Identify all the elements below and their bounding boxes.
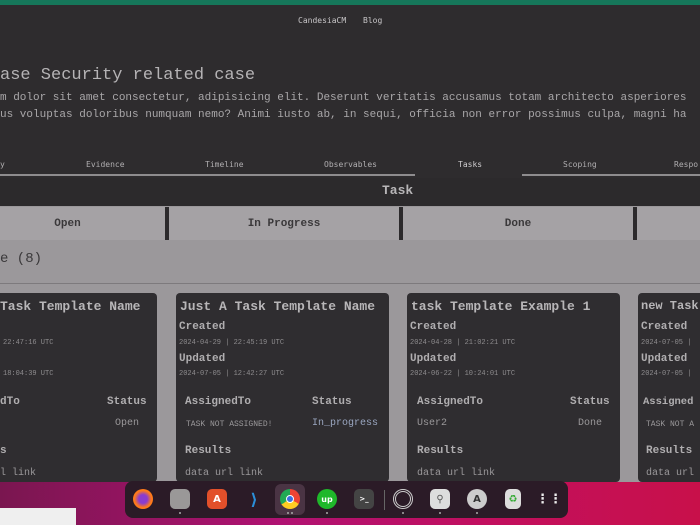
assigned-to-label: dTo xyxy=(0,396,20,408)
task-updated-date: 2024-07-05 | xyxy=(641,370,692,378)
trash-icon[interactable]: ♻ xyxy=(505,489,521,509)
task-status: Open xyxy=(115,418,140,429)
case-title: ase Security related case xyxy=(0,66,256,85)
results-label: Results xyxy=(417,445,464,457)
app-center-icon[interactable]: A xyxy=(207,489,227,509)
task-status: In_progress xyxy=(312,418,379,429)
results-link[interactable]: data url xyxy=(646,468,694,479)
dock: A ⟩ up >_ ⚲ A ♻ ⋮⋮ xyxy=(125,481,568,518)
running-indicator xyxy=(291,512,293,514)
tab-summary[interactable]: y xyxy=(0,160,5,169)
tab-tasks[interactable]: Tasks xyxy=(458,160,482,169)
results-link[interactable]: l link xyxy=(0,468,36,479)
created-label: Created xyxy=(410,321,457,333)
nav-blog-link[interactable]: Blog xyxy=(363,16,382,25)
firefox-icon[interactable] xyxy=(133,489,153,509)
updated-label: Updated xyxy=(410,353,457,365)
assigned-to-label: AssignedTo xyxy=(417,396,484,408)
updated-label: Updated xyxy=(179,353,226,365)
created-label: Created xyxy=(179,321,226,333)
nav-brand-link[interactable]: CandesiaCM xyxy=(298,16,346,25)
tab-evidence[interactable]: Evidence xyxy=(86,160,125,169)
task-updated-date: 2024-07-05 | 12:42:27 UTC xyxy=(179,370,285,378)
tab-response[interactable]: Respo xyxy=(674,160,698,169)
case-description-line2: us voluptas doloribus numquam nemo? Anim… xyxy=(0,109,687,121)
task-created-date: 2024-04-29 | 22:45:19 UTC xyxy=(179,339,285,347)
tab-timeline[interactable]: Timeline xyxy=(205,160,244,169)
show-apps-icon[interactable]: ⋮⋮ xyxy=(536,489,562,509)
task-assignee: TASK NOT ASSIGNED! xyxy=(186,420,273,429)
notification-panel xyxy=(0,508,76,525)
created-label: Created xyxy=(641,321,688,333)
terminal-icon[interactable]: >_ xyxy=(354,489,374,509)
task-card-title: task Template Example 1 xyxy=(411,299,591,314)
divider xyxy=(0,283,700,284)
column-done-button[interactable]: Done xyxy=(403,207,633,240)
running-indicator xyxy=(439,512,441,514)
task-assignee: TASK NOT A xyxy=(646,420,695,429)
case-description-line1: m dolor sit amet consectetur, adipisicin… xyxy=(0,92,687,104)
running-indicator xyxy=(179,512,181,514)
running-indicator xyxy=(287,512,289,514)
task-card-title: new Task xyxy=(641,299,699,313)
chrome-icon[interactable] xyxy=(280,489,300,509)
status-label: Status xyxy=(570,396,610,408)
tab-underline-left xyxy=(0,174,415,176)
task-assignee: User2 xyxy=(417,418,448,429)
task-created-date: 2024-04-28 | 21:02:21 UTC xyxy=(410,339,516,347)
browser-top-bar xyxy=(0,0,700,5)
task-count-label: e (8) xyxy=(0,251,43,267)
status-label: Status xyxy=(107,396,147,408)
assigned-to-label: AssignedTo xyxy=(185,396,252,408)
task-header: Task xyxy=(0,178,700,206)
image-viewer-icon[interactable]: ⚲ xyxy=(430,489,450,509)
results-label: Results xyxy=(646,445,693,457)
dock-separator xyxy=(384,490,385,510)
results-link[interactable]: data url link xyxy=(417,468,495,479)
results-link[interactable]: data url link xyxy=(185,468,263,479)
task-card[interactable]: new Task Created 2024-07-05 | Updated 20… xyxy=(638,293,700,482)
tab-observables[interactable]: Observables xyxy=(324,160,377,169)
tab-underline-right xyxy=(522,174,700,176)
running-indicator xyxy=(326,512,328,514)
results-label: s xyxy=(0,445,7,457)
task-card[interactable]: Task Template Name 22:47:16 UTC 18:04:39… xyxy=(0,293,157,482)
software-updater-icon[interactable]: A xyxy=(467,489,487,509)
files-icon[interactable] xyxy=(170,489,190,509)
column-separator xyxy=(165,207,169,240)
task-card-title: Just A Task Template Name xyxy=(180,299,376,314)
column-extra-button[interactable] xyxy=(637,207,700,240)
task-card[interactable]: task Template Example 1 Created 2024-04-… xyxy=(407,293,620,482)
upwork-icon[interactable]: up xyxy=(317,489,337,509)
task-updated-date: 2024-06-22 | 10:24:01 UTC xyxy=(410,370,516,378)
status-label: Status xyxy=(312,396,352,408)
task-created-date: 2024-07-05 | xyxy=(641,339,692,347)
task-status: Done xyxy=(578,418,603,429)
task-created-date: 22:47:16 UTC xyxy=(3,339,54,347)
vscode-icon[interactable]: ⟩ xyxy=(244,489,264,509)
running-indicator xyxy=(476,512,478,514)
column-separator xyxy=(399,207,403,240)
task-card[interactable]: Just A Task Template Name Created 2024-0… xyxy=(176,293,389,482)
column-in-progress-button[interactable]: In Progress xyxy=(169,207,399,240)
disk-utility-icon[interactable] xyxy=(393,489,413,509)
assigned-to-label: Assigned xyxy=(643,396,694,408)
task-card-title: Task Template Name xyxy=(0,299,141,314)
updated-label: Updated xyxy=(641,353,688,365)
running-indicator xyxy=(402,512,404,514)
tab-scoping[interactable]: Scoping xyxy=(563,160,597,169)
results-label: Results xyxy=(185,445,232,457)
task-header-title: Task xyxy=(382,183,414,198)
task-updated-date: 18:04:39 UTC xyxy=(3,370,54,378)
column-separator xyxy=(633,207,637,240)
column-open-button[interactable]: Open xyxy=(0,207,165,240)
